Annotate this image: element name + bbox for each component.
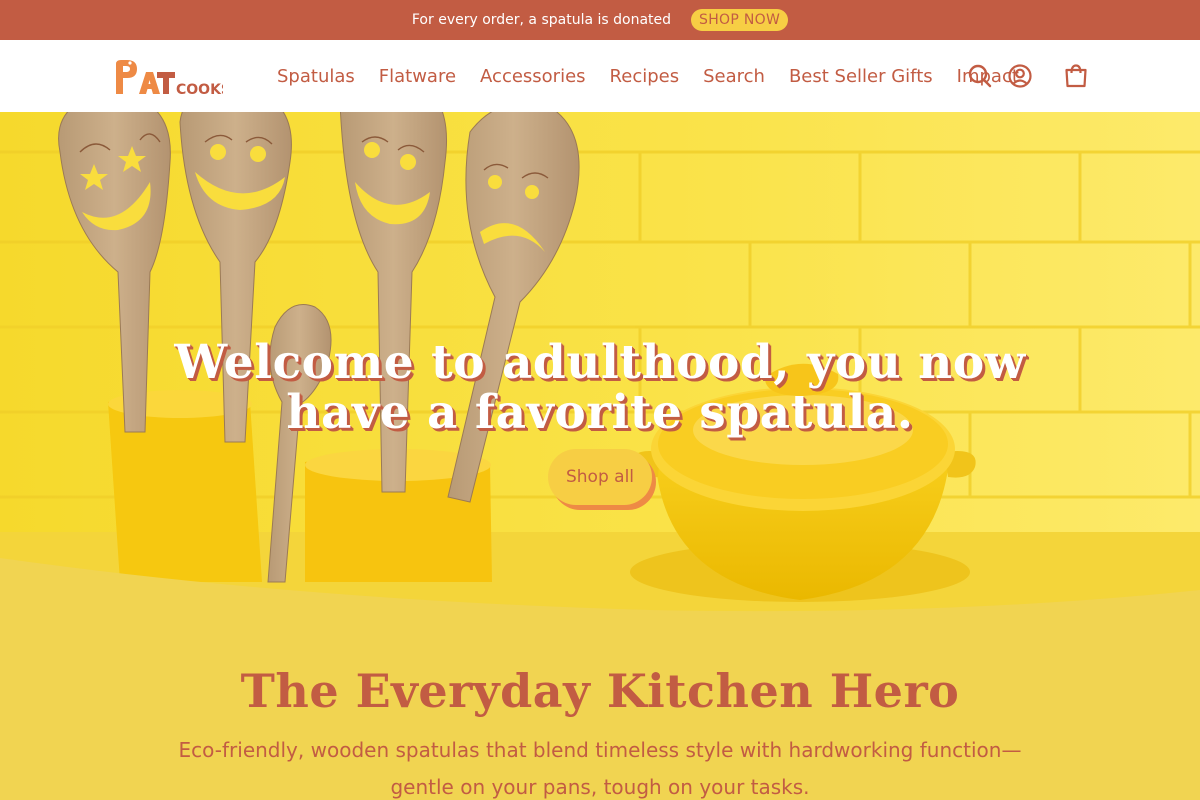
section-description: Eco-friendly, wooden spatulas that blend… (178, 738, 1022, 799)
main-nav: Spatulas Flatware Accessories Recipes Se… (277, 40, 1019, 112)
hero-banner: Welcome to adulthood, you now have a fav… (0, 112, 1200, 612)
nav-recipes[interactable]: Recipes (610, 66, 680, 87)
nav-best-seller-gifts[interactable]: Best Seller Gifts (789, 66, 933, 87)
logo[interactable]: COOKS (113, 58, 223, 98)
section-title: The Everyday Kitchen Hero (240, 664, 960, 718)
announcement-text: For every order, a spatula is donated (411, 12, 672, 28)
shop-now-button[interactable]: SHOP NOW (691, 9, 789, 31)
nav-search[interactable]: Search (703, 66, 765, 87)
nav-flatware[interactable]: Flatware (379, 66, 456, 87)
announcement-bar: For every order, a spatula is donated SH… (0, 0, 1200, 40)
nav-spatulas[interactable]: Spatulas (277, 66, 355, 87)
account-icon[interactable] (1007, 63, 1033, 89)
wave-divider (0, 558, 1200, 620)
hero-title: Welcome to adulthood, you now have a fav… (174, 335, 1026, 440)
svg-text:COOKS: COOKS (176, 82, 223, 98)
shop-all-button[interactable]: Shop all (548, 449, 652, 505)
search-icon[interactable] (967, 63, 993, 89)
nav-accessories[interactable]: Accessories (480, 66, 586, 87)
cart-icon[interactable] (1063, 63, 1089, 89)
patcooks-logo-icon: COOKS (116, 60, 223, 98)
